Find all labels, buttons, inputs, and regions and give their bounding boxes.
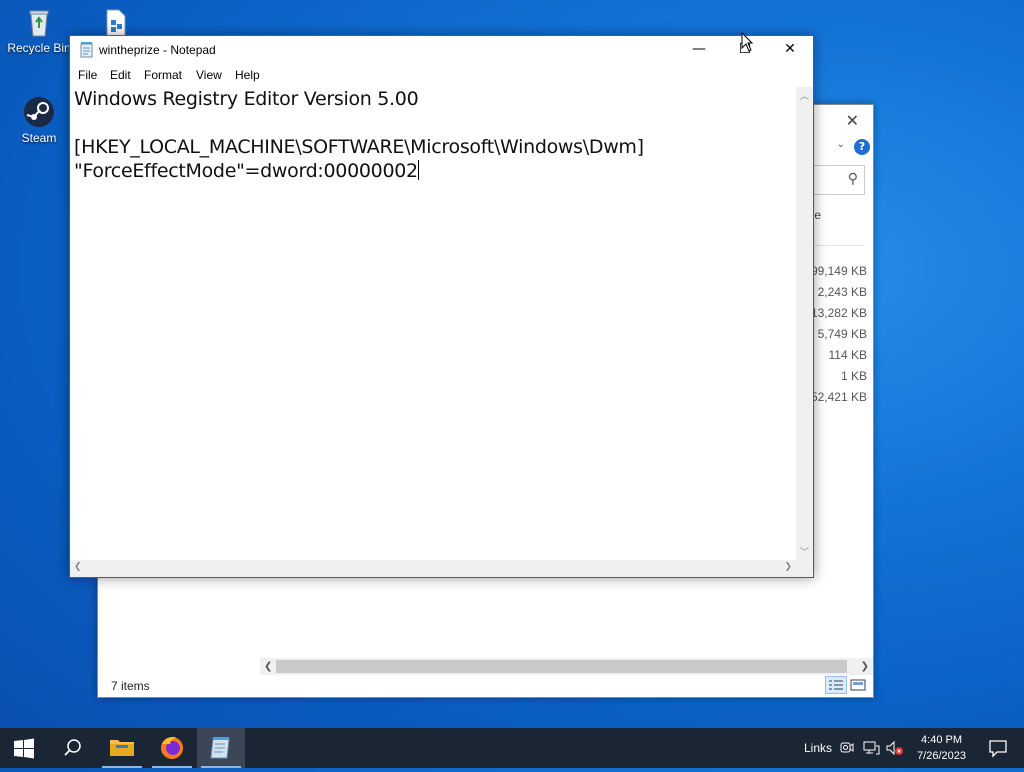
clock-date: 7/26/2023 (917, 750, 966, 762)
network-icon[interactable] (862, 738, 880, 758)
menu-format[interactable]: Format (144, 68, 182, 82)
window-title: wintheprize - Notepad (99, 43, 216, 57)
scrollbar-thumb[interactable] (276, 660, 847, 673)
size-grip[interactable] (796, 560, 813, 577)
registry-file-icon (99, 6, 131, 38)
notepad-window[interactable]: wintheprize - Notepad — ☐ ✕ File Edit Fo… (69, 35, 814, 578)
title-bar[interactable]: wintheprize - Notepad — ☐ ✕ (70, 36, 813, 65)
header-divider (810, 245, 865, 246)
desktop-icon-label: Recycle Bin (7, 41, 71, 55)
notifications-icon[interactable] (988, 738, 1008, 758)
text-line: Windows Registry Editor Version 5.00 (74, 88, 419, 110)
steam-icon (23, 96, 55, 128)
firefox-icon (161, 736, 183, 759)
minimize-button[interactable]: — (676, 36, 722, 65)
taskbar: Links 4:40 PM 7/26/2023 (0, 728, 1024, 768)
menu-bar: File Edit Format View Help (70, 65, 813, 87)
status-item-count: 7 items (111, 679, 150, 693)
folder-icon (110, 740, 134, 756)
menu-help[interactable]: Help (235, 68, 260, 82)
taskbar-firefox[interactable] (148, 728, 196, 768)
taskbar-notepad[interactable] (197, 728, 245, 768)
mouse-pointer-icon (741, 31, 754, 52)
scroll-right-icon[interactable]: ❯ (784, 562, 792, 572)
clock-time: 4:40 PM (921, 734, 963, 746)
text-line-content: "ForceEffectMode"=dword:00000002 (74, 160, 418, 182)
menu-file[interactable]: File (78, 68, 97, 82)
large-icons-view-icon[interactable] (847, 676, 869, 694)
horizontal-scrollbar[interactable]: ❮ ❯ (260, 658, 873, 675)
taskbar-file-explorer[interactable] (98, 728, 146, 768)
scroll-left-icon[interactable]: ❮ (264, 658, 272, 675)
search-icon (64, 739, 81, 756)
recycle-bin-icon (23, 6, 55, 38)
horizontal-scrollbar[interactable]: ❮ ❯ (70, 560, 796, 577)
start-button[interactable] (0, 728, 48, 768)
scroll-left-icon[interactable]: ❮ (74, 562, 82, 572)
notepad-icon (80, 42, 94, 58)
close-icon[interactable]: ✕ (846, 111, 859, 130)
menu-view[interactable]: View (196, 68, 222, 82)
camera-icon[interactable] (838, 738, 856, 758)
scroll-up-icon[interactable]: ︿ (796, 89, 813, 102)
links-toolbar[interactable]: Links (804, 741, 832, 755)
scroll-right-icon[interactable]: ❯ (861, 658, 869, 675)
chevron-down-icon[interactable]: ⌄ (837, 139, 845, 150)
text-editor[interactable]: Windows Registry Editor Version 5.00 [HK… (70, 87, 796, 560)
notepad-icon (210, 737, 230, 759)
menu-edit[interactable]: Edit (110, 68, 131, 82)
text-line: [HKEY_LOCAL_MACHINE\SOFTWARE\Microsoft\W… (74, 136, 644, 158)
close-button[interactable]: ✕ (767, 36, 813, 65)
windows-logo-icon (14, 738, 34, 759)
desktop-icon-label: Steam (21, 131, 57, 145)
desktop-icon-steam[interactable]: Steam (4, 96, 74, 145)
text-caret (417, 160, 419, 180)
details-view-icon[interactable] (825, 676, 847, 694)
help-icon[interactable]: ? (854, 139, 870, 155)
column-header-partial[interactable]: e (814, 208, 821, 222)
text-line-current: "ForceEffectMode"=dword:00000002 (74, 160, 419, 182)
system-clock[interactable]: 4:40 PM 7/26/2023 (917, 732, 966, 764)
search-button[interactable] (48, 728, 96, 768)
desktop-icon-recycle-bin[interactable]: Recycle Bin (4, 6, 74, 55)
volume-muted-icon[interactable] (885, 738, 905, 758)
vertical-scrollbar[interactable]: ︿ ﹀ (796, 87, 813, 560)
scroll-down-icon[interactable]: ﹀ (796, 545, 813, 558)
search-icon: ⚲ (847, 171, 858, 187)
